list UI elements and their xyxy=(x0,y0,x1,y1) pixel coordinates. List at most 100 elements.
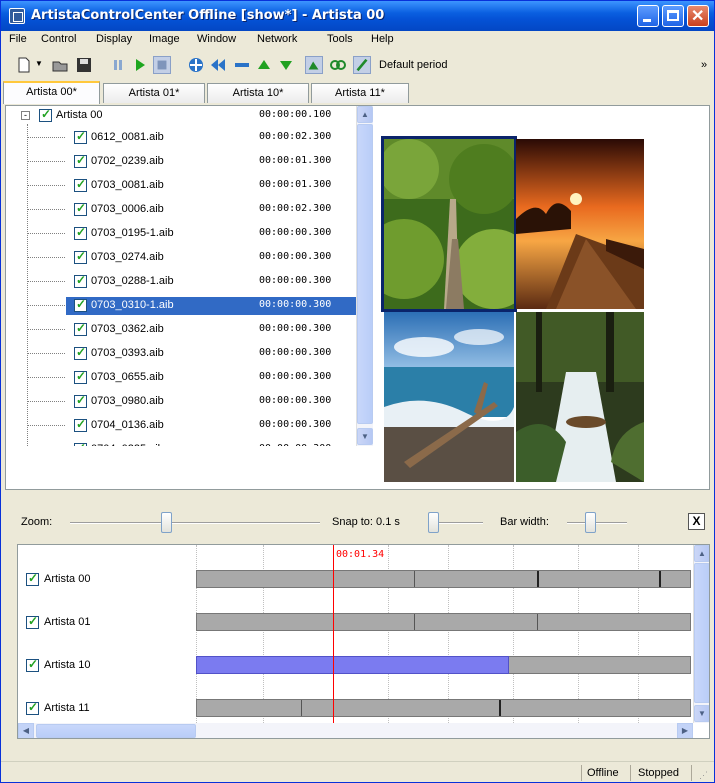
tree-item-checkbox[interactable] xyxy=(74,345,87,360)
period-selector[interactable]: Default period xyxy=(379,59,448,71)
move-down-icon[interactable] xyxy=(277,56,295,74)
tree-item[interactable]: 0703_0980.aib 00:00:00.300 xyxy=(6,392,356,412)
timeline-vscrollbar[interactable]: ▲ ▼ xyxy=(693,545,709,723)
track-bar-artista-00[interactable] xyxy=(196,570,691,588)
open-folder-icon[interactable] xyxy=(51,56,69,74)
title-bar[interactable]: ArtistaControlCenter Offline [show*] - A… xyxy=(1,1,714,31)
tree-item[interactable]: 0703_0081.aib 00:00:01.300 xyxy=(6,176,356,196)
maximize-button[interactable] xyxy=(662,5,684,27)
tree-item-checkbox[interactable] xyxy=(74,369,87,384)
resize-grip-icon[interactable]: ⋰ xyxy=(699,770,708,781)
timeline-tracks[interactable]: Artista 00 Artista 01 Artista 10 Artista xyxy=(17,544,710,739)
save-icon[interactable] xyxy=(75,56,93,74)
tree-item[interactable]: 0703_0393.aib 00:00:00.300 xyxy=(6,344,356,364)
zoom-slider-thumb[interactable] xyxy=(161,512,172,533)
timeline-scroll-up-icon[interactable]: ▲ xyxy=(694,545,709,562)
tree-item[interactable]: 0703_0006.aib 00:00:02.300 xyxy=(6,200,356,220)
track-bar-artista-10[interactable] xyxy=(196,656,691,674)
tree-item[interactable]: 0704_0136.aib 00:00:00.300 xyxy=(6,416,356,436)
barwidth-slider-thumb[interactable] xyxy=(585,512,596,533)
preview-image-forest-path[interactable] xyxy=(381,136,517,312)
tab-artista-10[interactable]: Artista 10* xyxy=(207,83,309,103)
tree-connector xyxy=(27,137,65,138)
track-checkbox-artista-00[interactable] xyxy=(26,571,39,586)
tree-item[interactable]: 0703_0274.aib 00:00:00.300 xyxy=(6,248,356,268)
timeline-hscroll-thumb[interactable] xyxy=(36,724,196,738)
tree-item[interactable]: 0702_0239.aib 00:00:01.300 xyxy=(6,152,356,172)
menu-control[interactable]: Control xyxy=(41,33,76,45)
tree-item-checkbox[interactable] xyxy=(74,417,87,432)
timeline-hscrollbar[interactable]: ◀ ▶ xyxy=(18,723,693,738)
menu-window[interactable]: Window xyxy=(197,33,236,45)
tree-item-checkbox[interactable] xyxy=(74,225,87,240)
image-tool-icon[interactable] xyxy=(305,56,323,74)
preview-image-sunset-boardwalk[interactable] xyxy=(516,139,644,309)
move-icon[interactable] xyxy=(187,56,205,74)
menu-image[interactable]: Image xyxy=(149,33,180,45)
tab-artista-00[interactable]: Artista 00* xyxy=(3,81,100,104)
remove-icon[interactable] xyxy=(233,56,251,74)
preview-image-beach-driftwood[interactable] xyxy=(384,312,514,482)
tree-item-checkbox[interactable] xyxy=(74,129,87,144)
tree-item-checkbox[interactable] xyxy=(74,297,87,312)
scroll-left-icon[interactable]: ◀ xyxy=(18,723,34,738)
tree-item-checkbox[interactable] xyxy=(74,177,87,192)
playhead-cursor[interactable] xyxy=(333,545,334,723)
tree-root[interactable]: - Artista 00 00:00:00.100 xyxy=(6,106,356,126)
timeline-vscroll-track[interactable]: ▲ ▼ xyxy=(693,545,709,723)
tree-item[interactable]: 0703_0288-1.aib 00:00:00.300 xyxy=(6,272,356,292)
tree-item-checkbox[interactable] xyxy=(74,153,87,168)
tree-root-checkbox[interactable] xyxy=(39,107,52,122)
tree-item[interactable]: 0612_0081.aib 00:00:02.300 xyxy=(6,128,356,148)
tab-artista-01[interactable]: Artista 01* xyxy=(103,83,205,103)
selected-segment[interactable] xyxy=(196,656,509,674)
close-button[interactable]: ✕ xyxy=(687,5,709,27)
menu-help[interactable]: Help xyxy=(371,33,394,45)
toolbar-overflow[interactable]: » xyxy=(701,59,707,71)
menu-tools[interactable]: Tools xyxy=(327,33,353,45)
zoom-slider-track[interactable] xyxy=(70,522,320,524)
tree-item-checkbox[interactable] xyxy=(74,249,87,264)
tree-item-checkbox[interactable] xyxy=(74,273,87,288)
pause-icon[interactable] xyxy=(109,56,127,74)
collapse-icon[interactable]: - xyxy=(21,111,30,120)
menu-network[interactable]: Network xyxy=(257,33,297,45)
tree-scrollbar[interactable]: ▲ ▼ xyxy=(356,106,373,446)
track-bar-artista-11[interactable] xyxy=(196,699,691,717)
new-document-icon[interactable] xyxy=(15,56,33,74)
tree-item[interactable]: 0704_0225.aib 00:00:00.300 xyxy=(6,440,356,446)
scroll-right-icon[interactable]: ▶ xyxy=(677,723,693,738)
tree-item-checkbox[interactable] xyxy=(74,441,87,446)
tree-item[interactable]: 0703_0310-1.aib 00:00:00.300 xyxy=(6,296,356,316)
track-checkbox-artista-10[interactable] xyxy=(26,657,39,672)
timeline-scroll-down-icon[interactable]: ▼ xyxy=(694,705,709,722)
barwidth-slider-track[interactable] xyxy=(567,522,627,524)
timeline-vscroll-thumb[interactable] xyxy=(694,563,709,703)
scroll-up-icon[interactable]: ▲ xyxy=(357,106,373,123)
move-up-icon[interactable] xyxy=(255,56,273,74)
tree-item-checkbox[interactable] xyxy=(74,321,87,336)
tree-item-checkbox[interactable] xyxy=(74,201,87,216)
tab-artista-11[interactable]: Artista 11* xyxy=(311,83,409,103)
menu-file[interactable]: File xyxy=(9,33,27,45)
link-icon[interactable] xyxy=(329,56,347,74)
track-checkbox-artista-11[interactable] xyxy=(26,700,39,715)
tree-item[interactable]: 0703_0362.aib 00:00:00.300 xyxy=(6,320,356,340)
preview-image-waterfall[interactable] xyxy=(516,312,644,482)
snap-slider-thumb[interactable] xyxy=(428,512,439,533)
track-checkbox-artista-01[interactable] xyxy=(26,614,39,629)
minimize-button[interactable] xyxy=(637,5,659,27)
tree-item[interactable]: 0703_0195-1.aib 00:00:00.300 xyxy=(6,224,356,244)
skip-back-icon[interactable] xyxy=(209,56,227,74)
stop-icon[interactable] xyxy=(153,56,171,74)
brush-icon[interactable] xyxy=(353,56,371,74)
tree-item[interactable]: 0703_0655.aib 00:00:00.300 xyxy=(6,368,356,388)
tree-scroll-thumb[interactable] xyxy=(357,124,373,424)
timeline-close-button[interactable]: X xyxy=(688,513,705,530)
track-bar-artista-01[interactable] xyxy=(196,613,691,631)
tree-item-checkbox[interactable] xyxy=(74,393,87,408)
new-dropdown-icon[interactable]: ▼ xyxy=(35,59,43,68)
scroll-down-icon[interactable]: ▼ xyxy=(357,428,373,445)
menu-display[interactable]: Display xyxy=(96,33,132,45)
play-icon[interactable] xyxy=(131,56,149,74)
